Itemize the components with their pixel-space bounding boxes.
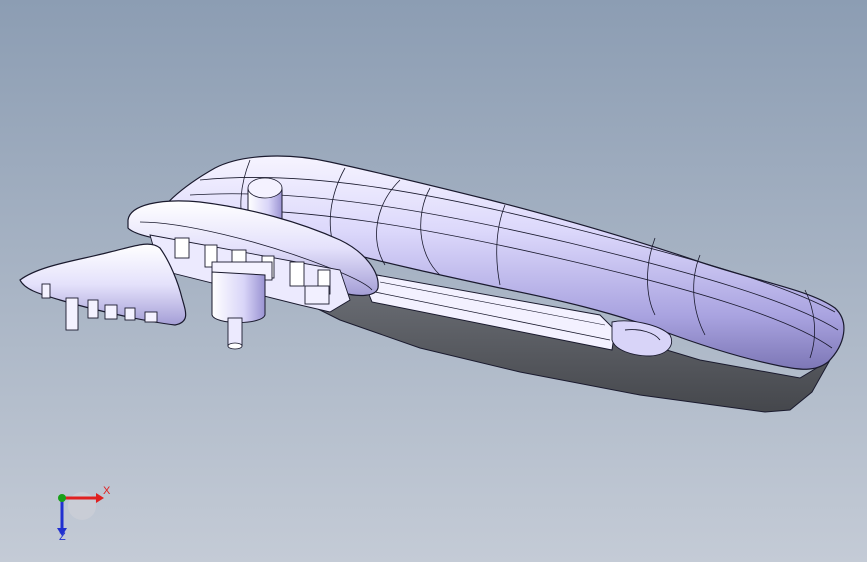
shaft-pin xyxy=(211,271,266,323)
3d-model-view[interactable] xyxy=(0,0,867,562)
orientation-triad: X Z xyxy=(40,480,120,550)
x-axis-label: X xyxy=(103,485,111,497)
graphics-viewport[interactable]: X Z xyxy=(0,0,867,562)
y-axis xyxy=(58,494,66,502)
z-axis-label: Z xyxy=(59,531,66,543)
triad-sphere xyxy=(68,492,96,520)
